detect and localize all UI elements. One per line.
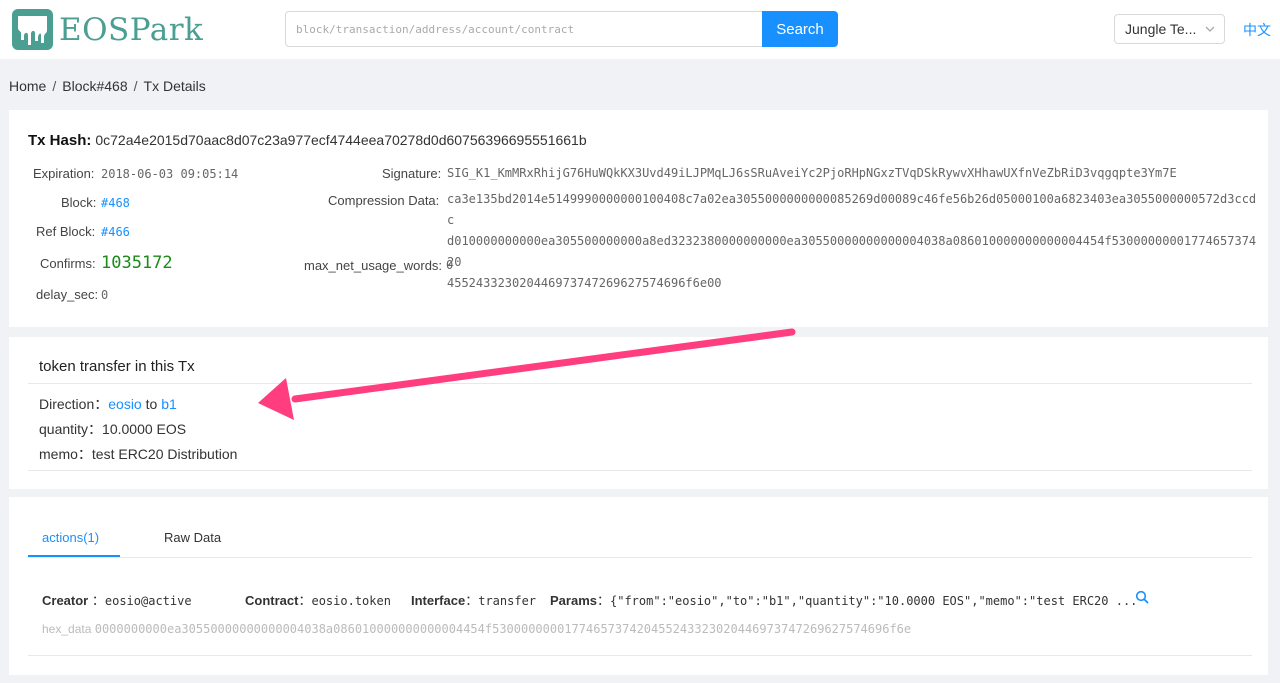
logo-text: EOSPark [59, 11, 204, 48]
token-transfer-title: token transfer in this Tx [39, 358, 195, 375]
memo-label: memo： [39, 446, 92, 462]
memo-value: test ERC20 Distribution [91, 446, 238, 462]
max-net-usage-label: max_net_usage_words: [304, 258, 443, 273]
confirms-value: 1035172 [101, 253, 173, 273]
params-label: Params [550, 593, 597, 608]
interface-value: transfer [478, 594, 537, 608]
network-select-value: Jungle Te... [1125, 21, 1197, 37]
network-select[interactable]: Jungle Te... [1114, 14, 1225, 44]
search-input[interactable] [285, 11, 762, 47]
hex-data-label: hex_data [42, 622, 92, 636]
compression-data-line: 455243323020446973747269627574696f6e00 [447, 276, 722, 290]
signature-label: Signature: [382, 166, 442, 181]
tx-hash-value: 0c72a4e2015d70aac8d07c23a977ecf4744eea70… [95, 132, 587, 148]
creator-value: eosio@active [104, 594, 192, 608]
breadcrumb-separator: / [52, 78, 57, 94]
eospark-logo-icon [12, 9, 53, 50]
breadcrumb-home[interactable]: Home [9, 78, 46, 94]
compression-data-line: ca3e135bd2014e5149990000000100408c7a02ea… [447, 192, 1257, 227]
ref-block-label: Ref Block: [36, 224, 96, 239]
search-icon[interactable] [1135, 590, 1149, 604]
divider [28, 470, 1252, 471]
quantity-label: quantity： [39, 421, 103, 437]
tab-raw-data[interactable]: Raw Data [164, 530, 221, 545]
from-account-link[interactable]: eosio [108, 396, 141, 412]
block-label: Block: [61, 195, 97, 210]
action-contract: Contract：eosio.token [245, 593, 391, 608]
breadcrumb: Home / Block#468 / Tx Details [9, 78, 206, 94]
confirms-label: Confirms: [40, 256, 96, 271]
to-word: to [145, 396, 158, 412]
contract-label: Contract [245, 593, 299, 608]
compression-data-value: ca3e135bd2014e5149990000000100408c7a02ea… [447, 189, 1257, 294]
breadcrumb-block[interactable]: Block#468 [62, 78, 127, 94]
transfer-direction: Direction：eosio to b1 [39, 394, 177, 414]
language-switch[interactable]: 中文 [1243, 20, 1271, 40]
hex-data: hex_data 0000000000ea3055000000000000403… [42, 622, 911, 636]
max-net-usage-value: 0 [446, 258, 454, 272]
breadcrumb-current: Tx Details [143, 78, 206, 94]
expiration-label: Expiration: [33, 166, 95, 181]
token-transfer-card: token transfer in this Tx Direction：eosi… [9, 337, 1268, 489]
hex-data-value: 0000000000ea30550000000000004038a0860100… [94, 622, 912, 636]
breadcrumb-separator: / [133, 78, 138, 94]
transfer-memo: memo：test ERC20 Distribution [39, 444, 237, 464]
action-creator: Creator ：eosio@active [42, 593, 192, 608]
ref-block-link[interactable]: #466 [101, 225, 130, 239]
to-account-link[interactable]: b1 [161, 396, 177, 412]
tx-details-card: Tx Hash: 0c72a4e2015d70aac8d07c23a977ecf4… [9, 110, 1268, 327]
tx-hash-label: Tx Hash: [28, 132, 92, 149]
quantity-value: 10.0000 EOS [102, 421, 187, 437]
chevron-down-icon [1205, 26, 1215, 32]
divider [28, 655, 1252, 656]
search-button[interactable]: Search [762, 11, 838, 47]
compression-data-label: Compression Data: [328, 193, 440, 208]
transfer-quantity: quantity：10.0000 EOS [39, 419, 186, 439]
tab-divider [28, 557, 1252, 558]
logo[interactable]: EOSPark [11, 8, 203, 51]
interface-label: Interface [411, 593, 466, 608]
search-bar: Search [285, 11, 838, 47]
params-value: {"from":"eosio","to":"b1","quantity":"10… [610, 594, 1138, 608]
actions-card: actions(1) Raw Data Creator ：eosio@activ… [9, 497, 1268, 675]
compression-data-line: d010000000000ea305500000000a8ed323238000… [447, 234, 1257, 269]
block-link[interactable]: #468 [101, 196, 130, 210]
contract-value: eosio.token [311, 594, 391, 608]
action-params: Params：{"from":"eosio","to":"b1","quanti… [550, 593, 1138, 608]
tab-actions[interactable]: actions(1) [42, 530, 99, 545]
signature-value: SIG_K1_KmMRxRhijG76HuWQkKX3Uvd49iLJPMqLJ… [447, 166, 1177, 180]
delay-sec-label: delay_sec: [36, 287, 99, 302]
divider [28, 383, 1252, 384]
direction-label: Direction： [39, 396, 109, 412]
tx-hash: Tx Hash: 0c72a4e2015d70aac8d07c23a977ecf4… [28, 132, 587, 149]
creator-label: Creator [42, 593, 89, 608]
delay-sec-value: 0 [101, 288, 109, 302]
top-header: EOSPark Search Jungle Te... 中文 [0, 0, 1280, 59]
expiration-value: 2018-06-03 09:05:14 [101, 167, 239, 181]
action-interface: Interface：transfer [411, 593, 537, 608]
